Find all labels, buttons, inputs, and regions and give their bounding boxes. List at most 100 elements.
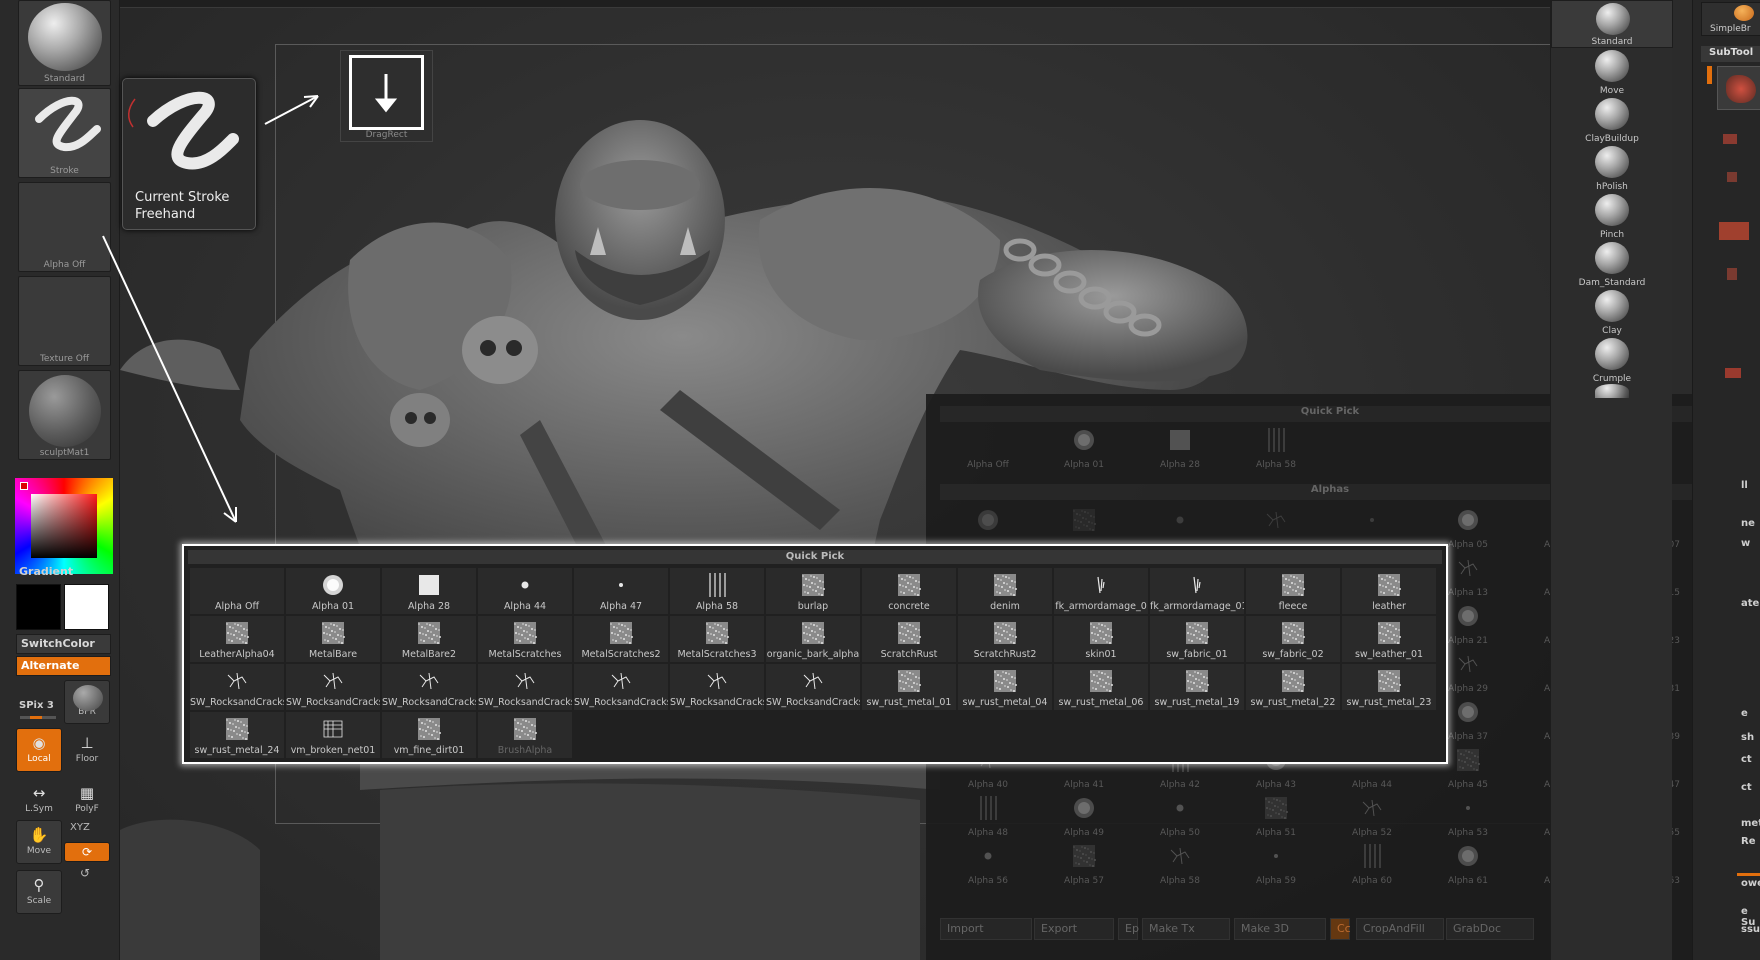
alpha-thumbnail-icon — [512, 669, 538, 693]
subtool-header[interactable]: SubTool — [1701, 46, 1760, 62]
brush-shelf-item[interactable]: Standard — [1551, 0, 1673, 48]
zbrush-window: Quick Pick Alpha Off Alpha 01 Alpha 28 Alph… — [0, 0, 1760, 960]
alpha-cell[interactable]: MetalScratches2 — [574, 616, 668, 662]
alpha-cell[interactable]: SW_RocksandCracks — [190, 664, 284, 710]
simplebrush-tool-button[interactable]: SimpleBr — [1701, 2, 1760, 36]
alpha-cell[interactable]: concrete — [862, 568, 956, 614]
alpha-thumbnail-icon — [896, 669, 922, 693]
alpha-cell[interactable]: MetalScratches3 — [670, 616, 764, 662]
alpha-label: SW_RocksandCracks — [382, 697, 476, 708]
alpha-cell[interactable]: sw_rust_metal_22 — [1246, 664, 1340, 710]
alpha-cell[interactable]: SW_RocksandCracks — [670, 664, 764, 710]
alpha-thumbnail-icon — [1280, 669, 1306, 693]
alpha-label: vm_broken_net01 — [290, 745, 376, 756]
partial-label[interactable]: ct — [1741, 782, 1752, 793]
alpha-cell[interactable]: Alpha 58 — [670, 568, 764, 614]
brush-shelf-label: ClayBuildup — [1585, 134, 1639, 144]
alpha-cell[interactable]: sw_fabric_01 — [1150, 616, 1244, 662]
alpha-cell[interactable]: Alpha 44 — [478, 568, 572, 614]
alpha-label: SW_RocksandCracks — [670, 697, 764, 708]
alpha-cell[interactable]: SW_RocksandCracks — [382, 664, 476, 710]
alpha-cell[interactable]: ScratchRust — [862, 616, 956, 662]
alpha-cell[interactable]: sw_rust_metal_23 — [1342, 664, 1436, 710]
brush-shelf-item[interactable]: Crumple — [1551, 336, 1673, 384]
alpha-cell[interactable]: SW_RocksandCracks — [766, 664, 860, 710]
partial-label[interactable]: metr — [1741, 818, 1760, 829]
alpha-thumbnail-icon — [512, 717, 538, 741]
subtool-thumb-5[interactable] — [1727, 268, 1737, 280]
alpha-label: Alpha Off — [214, 601, 260, 612]
partial-label[interactable]: ower — [1741, 878, 1760, 889]
partial-label[interactable]: ssu — [1741, 924, 1760, 935]
alpha-cell[interactable]: ScratchRust2 — [958, 616, 1052, 662]
partial-label[interactable]: Re — [1741, 836, 1755, 847]
alpha-cell[interactable]: MetalBare — [286, 616, 380, 662]
alpha-label: BrushAlpha — [497, 745, 553, 756]
brush-shelf-item[interactable]: hPolish — [1551, 144, 1673, 192]
alpha-thumbnail-icon — [704, 669, 730, 693]
alpha-cell[interactable]: sw_fabric_02 — [1246, 616, 1340, 662]
subtool-thumb-6[interactable] — [1725, 368, 1741, 378]
right-brush-shelf: Standard Move ClayBuildup hPolish Pinch Dam_S… — [1550, 0, 1673, 960]
partial-label[interactable]: ne — [1741, 518, 1755, 529]
alpha-thumbnail-icon — [1184, 621, 1210, 645]
partial-label[interactable]: sh — [1741, 732, 1754, 743]
alpha-cell[interactable]: fk_armordamage_01 — [1150, 568, 1244, 614]
subtool-scrollbar[interactable] — [1707, 66, 1712, 84]
brush-shelf-item[interactable]: Pinch — [1551, 192, 1673, 240]
alpha-cell[interactable]: sw_rust_metal_01 — [862, 664, 956, 710]
alpha-thumbnail-icon — [416, 669, 442, 693]
alpha-thumbnail-icon — [704, 573, 730, 597]
alpha-cell[interactable]: sw_rust_metal_04 — [958, 664, 1052, 710]
alpha-label: Alpha 47 — [599, 601, 643, 612]
alpha-label: leather — [1372, 601, 1406, 612]
alpha-thumbnail-icon — [1376, 573, 1402, 597]
alpha-cell[interactable]: fleece — [1246, 568, 1340, 614]
alpha-cell[interactable]: SW_RocksandCracks — [574, 664, 668, 710]
alpha-cell[interactable]: burlap — [766, 568, 860, 614]
alpha-cell[interactable]: sw_rust_metal_06 — [1054, 664, 1148, 710]
partial-label[interactable]: ate — [1741, 598, 1759, 609]
alpha-cell[interactable]: sw_rust_metal_24 — [190, 712, 284, 758]
alpha-cell[interactable]: BrushAlpha — [478, 712, 572, 758]
alpha-cell[interactable]: SW_RocksandCracks — [478, 664, 572, 710]
subtool-thumb-3[interactable] — [1727, 172, 1737, 182]
alpha-thumbnail-icon — [1280, 621, 1306, 645]
subtool-thumb-2[interactable] — [1723, 134, 1737, 144]
brush-shelf-item[interactable]: Dam_Standard — [1551, 240, 1673, 288]
alpha-cell[interactable]: Alpha Off — [190, 568, 284, 614]
partial-label[interactable]: w — [1741, 538, 1750, 549]
partial-label[interactable]: ll — [1741, 480, 1748, 491]
alpha-cell[interactable]: leather — [1342, 568, 1436, 614]
alpha-cell[interactable]: vm_broken_net01 — [286, 712, 380, 758]
partial-label[interactable]: e — [1741, 708, 1748, 719]
alpha-cell[interactable]: Alpha 01 — [286, 568, 380, 614]
partial-slider[interactable] — [1737, 873, 1760, 876]
alpha-cell[interactable]: LeatherAlpha04 — [190, 616, 284, 662]
alpha-label: Alpha 44 — [503, 601, 547, 612]
subtool-thumb-4[interactable] — [1719, 222, 1749, 240]
brush-sphere-icon — [1595, 146, 1629, 178]
brush-shelf-item[interactable]: Move — [1551, 48, 1673, 96]
alpha-cell[interactable]: Alpha 28 — [382, 568, 476, 614]
alpha-label: Alpha 01 — [311, 601, 355, 612]
alpha-cell[interactable]: skin01 — [1054, 616, 1148, 662]
alpha-cell[interactable]: organic_bark_alpha — [766, 616, 860, 662]
alpha-cell[interactable]: SW_RocksandCracks — [286, 664, 380, 710]
brush-sphere-icon — [1595, 98, 1629, 130]
alpha-thumbnail-icon — [992, 621, 1018, 645]
alpha-cell[interactable]: MetalScratches — [478, 616, 572, 662]
alpha-thumbnail-icon — [320, 669, 346, 693]
alpha-label: skin01 — [1085, 649, 1117, 660]
alpha-cell[interactable]: vm_fine_dirt01 — [382, 712, 476, 758]
alpha-cell[interactable]: sw_leather_01 — [1342, 616, 1436, 662]
brush-shelf-item[interactable]: ClayBuildup — [1551, 96, 1673, 144]
alpha-cell[interactable]: MetalBare2 — [382, 616, 476, 662]
brush-shelf-item[interactable]: Clay — [1551, 288, 1673, 336]
alpha-cell[interactable]: fk_armordamage_0 — [1054, 568, 1148, 614]
subtool-thumbnail-active[interactable] — [1717, 66, 1760, 110]
alpha-cell[interactable]: Alpha 47 — [574, 568, 668, 614]
alpha-cell[interactable]: sw_rust_metal_19 — [1150, 664, 1244, 710]
alpha-cell[interactable]: denim — [958, 568, 1052, 614]
partial-label[interactable]: ct — [1741, 754, 1752, 765]
